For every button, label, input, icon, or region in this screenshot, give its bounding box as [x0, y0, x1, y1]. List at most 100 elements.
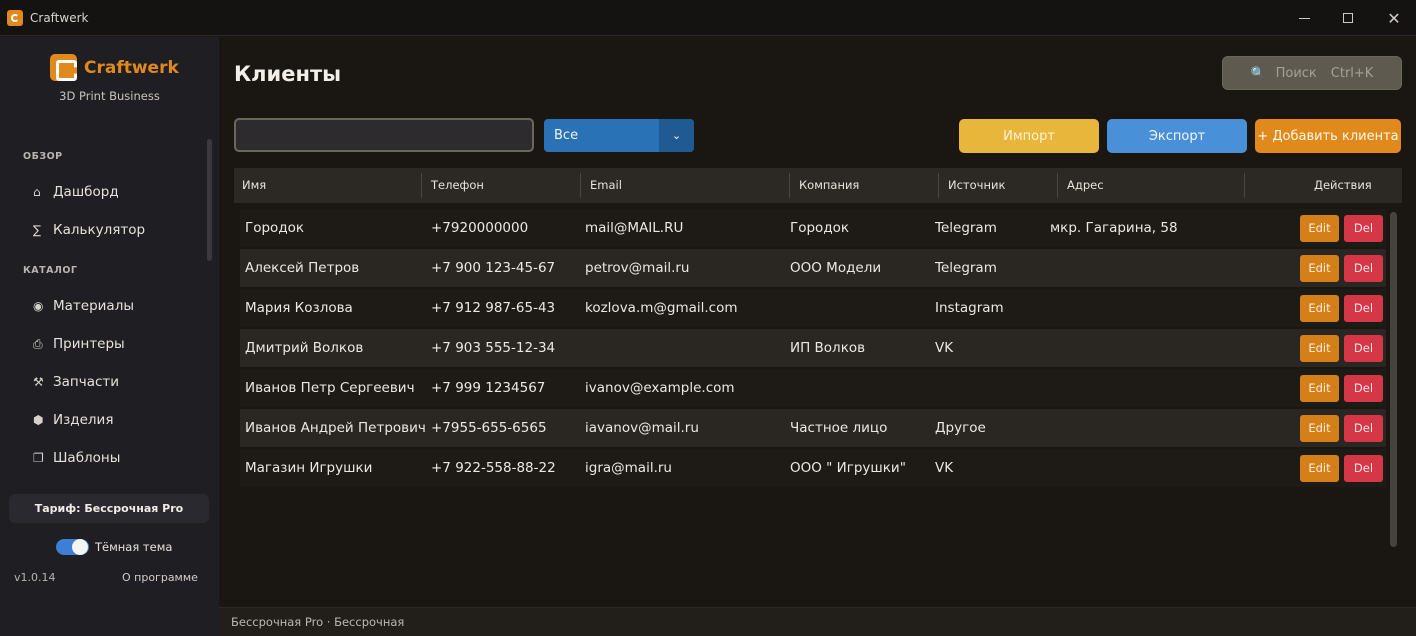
column-divider[interactable]: [421, 173, 422, 198]
export-button[interactable]: Экспорт: [1107, 119, 1247, 153]
chevron-down-icon[interactable]: ⌄: [659, 119, 694, 152]
delete-button[interactable]: Del: [1344, 415, 1383, 442]
window-title: Craftwerk: [30, 11, 89, 25]
edit-button[interactable]: Edit: [1300, 255, 1339, 282]
cell-company: Частное лицо: [790, 420, 888, 436]
table-row[interactable]: Иванов Петр Сергеевич +7 999 1234567 iva…: [240, 369, 1386, 407]
delete-button[interactable]: Del: [1344, 295, 1383, 322]
cell-source: Telegram: [935, 260, 997, 276]
table-row[interactable]: Магазин Игрушки +7 922-558-88-22 igra@ma…: [240, 449, 1386, 487]
search-shortcut: Ctrl+K: [1330, 65, 1374, 81]
section-title-catalog: КАТАЛОГ: [23, 265, 78, 276]
sidebar-item-dashboard[interactable]: ⌂ Дашборд: [33, 181, 119, 203]
column-header-phone[interactable]: Телефон: [431, 168, 484, 203]
cell-source: VK: [935, 340, 954, 356]
delete-button[interactable]: Del: [1344, 335, 1383, 362]
app-version: v1.0.14: [14, 571, 56, 584]
cell-phone: +7 999 1234567: [431, 380, 546, 396]
table-row[interactable]: Дмитрий Волков +7 903 555-12-34 ИП Волко…: [240, 329, 1386, 367]
global-search-button[interactable]: 🔍 Поиск Ctrl+K: [1222, 56, 1402, 90]
cell-name: Иванов Петр Сергеевич: [245, 380, 415, 396]
column-divider[interactable]: [580, 173, 581, 198]
edit-button[interactable]: Edit: [1300, 295, 1339, 322]
table-row[interactable]: Алексей Петров +7 900 123-45-67 petrov@m…: [240, 249, 1386, 287]
table-row[interactable]: Городок +7920000000 mail@MAIL.RU Городок…: [240, 209, 1386, 247]
cell-name: Алексей Петров: [245, 260, 360, 276]
cell-name: Иванов Андрей Петрович: [245, 420, 426, 436]
delete-button[interactable]: Del: [1344, 375, 1383, 402]
tools-icon: ⚒: [33, 375, 44, 389]
cell-source: Instagram: [935, 300, 1004, 316]
cell-name: Дмитрий Волков: [245, 340, 364, 356]
hexagon-icon: ⬢: [33, 413, 44, 427]
edit-button[interactable]: Edit: [1300, 335, 1339, 362]
column-divider[interactable]: [789, 173, 790, 198]
cell-name: Городок: [245, 220, 305, 236]
sidebar-item-label: Шаблоны: [53, 450, 121, 466]
sidebar-item-label: Принтеры: [53, 336, 125, 352]
cell-company: ООО Модели: [790, 260, 882, 276]
search-label: Поиск: [1275, 65, 1317, 81]
cell-phone: +7 922-558-88-22: [431, 460, 556, 476]
sidebar-item-label: Дашборд: [53, 184, 119, 200]
column-header-name[interactable]: Имя: [242, 168, 266, 203]
cell-phone: +7 903 555-12-34: [431, 340, 556, 356]
table-header: Имя Телефон Email Компания Источник Адре…: [234, 168, 1402, 203]
column-divider[interactable]: [938, 173, 939, 198]
sidebar-item-printers[interactable]: ⎙ Принтеры: [33, 333, 125, 355]
delete-button[interactable]: Del: [1344, 455, 1383, 482]
source-filter-value: Все: [554, 128, 579, 143]
edit-button[interactable]: Edit: [1300, 415, 1339, 442]
home-icon: ⌂: [33, 185, 41, 199]
cell-email: iavanov@mail.ru: [585, 420, 699, 436]
table-row[interactable]: Иванов Андрей Петрович +7955-655-6565 ia…: [240, 409, 1386, 447]
cell-company: ООО " Игрушки": [790, 460, 906, 476]
table-scrollbar[interactable]: [1390, 212, 1397, 547]
column-header-actions: Действия: [1314, 178, 1372, 192]
status-bar: Бессрочная Pro · Бессрочная: [219, 607, 1416, 636]
delete-button[interactable]: Del: [1344, 215, 1383, 242]
column-divider[interactable]: [1244, 173, 1245, 198]
source-filter-select[interactable]: Все ⌄: [544, 119, 694, 152]
spool-icon: ◉: [33, 299, 44, 313]
sidebar-item-parts[interactable]: ⚒ Запчасти: [33, 371, 119, 393]
minimize-icon: [1298, 17, 1310, 19]
sidebar-item-calculator[interactable]: ∑ Калькулятор: [33, 219, 145, 241]
maximize-button[interactable]: [1333, 6, 1363, 30]
maximize-icon: [1343, 13, 1353, 23]
add-client-button[interactable]: + Добавить клиента: [1255, 119, 1401, 153]
printer-icon: ⎙: [33, 336, 43, 351]
dark-theme-label: Тёмная тема: [95, 540, 173, 554]
delete-button[interactable]: Del: [1344, 255, 1383, 282]
close-button[interactable]: ✕: [1379, 6, 1409, 30]
edit-button[interactable]: Edit: [1300, 455, 1339, 482]
sidebar-item-products[interactable]: ⬢ Изделия: [33, 409, 113, 431]
cell-source: VK: [935, 460, 954, 476]
column-header-address[interactable]: Адрес: [1067, 168, 1104, 203]
import-button[interactable]: Импорт: [959, 119, 1099, 153]
dark-theme-toggle[interactable]: [56, 539, 89, 555]
edit-button[interactable]: Edit: [1300, 215, 1339, 242]
column-header-source[interactable]: Источник: [948, 168, 1005, 203]
sidebar-item-templates[interactable]: ❐ Шаблоны: [33, 447, 120, 469]
cell-source: Другое: [935, 420, 986, 436]
column-header-email[interactable]: Email: [590, 168, 622, 203]
sidebar-item-materials[interactable]: ◉ Материалы: [33, 295, 134, 317]
cell-phone: +7 912 987-65-43: [431, 300, 556, 316]
cell-email: mail@MAIL.RU: [585, 220, 684, 236]
cell-company: Городок: [790, 220, 850, 236]
client-filter-input[interactable]: [234, 118, 534, 152]
edit-button[interactable]: Edit: [1300, 375, 1339, 402]
about-link[interactable]: О программе: [122, 571, 198, 584]
column-header-company[interactable]: Компания: [799, 168, 859, 203]
sigma-icon: ∑: [33, 223, 42, 237]
cell-company: ИП Волков: [790, 340, 866, 356]
minimize-button[interactable]: [1289, 6, 1319, 30]
tariff-badge[interactable]: Тариф: Бессрочная Pro: [9, 494, 209, 523]
sidebar-scrollbar[interactable]: [207, 139, 212, 261]
app-subtitle: 3D Print Business: [59, 89, 160, 103]
table-row[interactable]: Мария Козлова +7 912 987-65-43 kozlova.m…: [240, 289, 1386, 327]
status-text: Бессрочная Pro · Бессрочная: [231, 615, 405, 629]
column-divider[interactable]: [1057, 173, 1058, 198]
page-title: Клиенты: [234, 62, 342, 86]
